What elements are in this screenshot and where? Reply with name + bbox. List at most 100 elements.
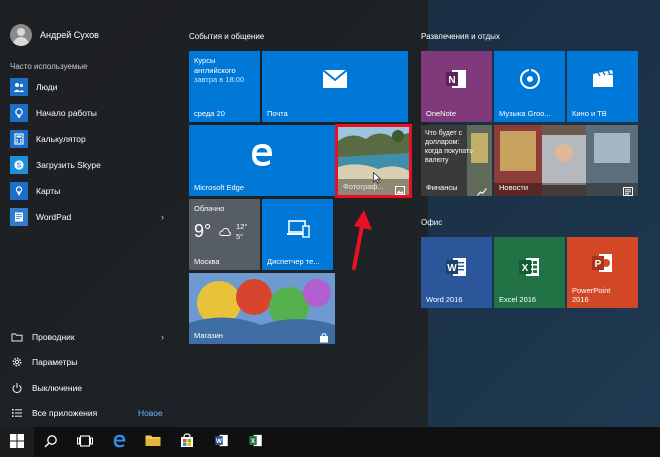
chevron-right-icon[interactable]: › [161,332,164,342]
calendar-line2: английского [194,65,236,75]
start-button[interactable] [0,427,34,457]
tile-excel[interactable]: X Excel 2016 [494,237,565,308]
word-label: Word 2016 [426,295,463,304]
wordpad-icon [10,208,28,226]
new-badge: Новое [138,408,163,419]
app-item-wordpad[interactable]: WordPad › [10,204,170,230]
calendar-day: среда 20 [194,109,225,118]
search-button[interactable] [34,427,68,457]
power-item[interactable]: Выключение [10,375,170,401]
store-label: Магазин [194,331,223,340]
tile-powerpoint[interactable]: P PowerPoint 2016 [567,237,638,308]
excel-icon: X [517,255,541,279]
calendar-line3: завтра в 18:00 [194,75,245,84]
settings-item[interactable]: Параметры [10,350,170,376]
task-view-icon [77,434,93,450]
tile-groove-music[interactable]: Музыка Groo... [494,51,565,122]
devices-icon [284,218,310,240]
word-icon: W [444,255,468,279]
folder-icon [10,330,24,344]
taskbar-word[interactable]: W [204,427,238,457]
finance-headline: Что будет с долларом: когда покупать вал… [425,130,473,164]
app-label: Калькулятор [36,134,86,144]
explorer-label: Проводник [32,331,75,342]
powerpoint-label: PowerPoint 2016 [572,286,610,304]
powerpoint-icon: P [590,251,614,275]
weather-hilo: 12° 5° [236,222,247,242]
edge-label: Microsoft Edge [194,183,245,192]
taskbar-explorer[interactable] [136,427,170,457]
taskbar: W X [0,427,660,457]
app-label: WordPad [36,212,72,222]
tile-store[interactable]: Магазин [189,273,335,344]
app-item-maps[interactable]: Карты [10,178,170,204]
weather-city: Москва [194,257,220,266]
weather-temp: 9° [194,221,212,241]
all-apps-label: Все приложения [32,408,98,419]
excel-label: Excel 2016 [499,295,537,304]
explorer-item[interactable]: Проводник › [10,324,170,350]
gear-icon [10,355,24,369]
task-view-button[interactable] [68,427,102,457]
mail-icon [322,69,348,91]
tile-onenote[interactable]: N OneNote [421,51,492,122]
groove-icon [518,67,542,91]
svg-text:P: P [595,259,602,270]
tile-photos[interactable]: Фотограф... [335,124,412,198]
device-manager-label: Диспетчер те... [267,257,320,266]
taskbar-excel[interactable]: X [238,427,272,457]
power-label: Выключение [32,382,83,393]
store-bag-icon [319,330,329,343]
app-item-get-started[interactable]: Начало работы [10,100,170,126]
weather-title: Облачно [194,204,225,213]
maps-icon [10,182,28,200]
app-label: Загрузить Skype [36,160,101,170]
windows-logo-icon [10,433,24,451]
start-left-column: Андрей Сухов Часто используемые Люди Нач… [0,0,176,427]
app-item-people[interactable]: Люди [10,74,170,100]
frequent-apps-list: Люди Начало работы Калькулятор S Загрузи… [10,74,170,230]
svg-text:S: S [17,163,22,170]
group-title-events[interactable]: События и общение [189,32,264,41]
calendar-line1: Курсы [194,56,216,65]
list-icon [10,406,24,420]
edge-icon [249,141,275,167]
tile-finance[interactable]: Что будет с долларом: когда покупать вал… [421,125,492,196]
newspaper-icon [623,183,633,196]
svg-text:X: X [522,263,529,274]
app-item-calculator[interactable]: Калькулятор [10,126,170,152]
chevron-right-icon[interactable]: › [161,212,164,222]
tile-calendar[interactable]: Курсы английского завтра в 18:00 среда 2… [189,51,260,122]
app-label: Начало работы [36,108,97,118]
news-label: Новости [499,183,529,192]
tile-weather[interactable]: Облачно 9° 12° 5° Москва [189,199,260,270]
word-icon: W [214,433,229,451]
tile-word[interactable]: W Word 2016 [421,237,492,308]
user-name: Андрей Сухов [40,30,99,40]
weather-low: 5° [236,232,244,241]
taskbar-edge[interactable] [102,427,136,457]
excel-icon: X [248,433,263,451]
settings-label: Параметры [32,357,78,368]
mouse-cursor-icon [373,171,382,184]
app-label: Люди [36,82,58,92]
all-apps-item[interactable]: Все приложения Новое [10,401,170,427]
start-bottom-list: Проводник › Параметры Выключение Все при… [10,324,170,426]
tile-mail[interactable]: Почта [262,51,408,122]
lightbulb-icon [10,104,28,122]
clapperboard-icon [591,68,615,88]
tile-movies-tv[interactable]: Кино и ТВ [567,51,638,122]
tile-device-manager[interactable]: Диспетчер те... [262,199,333,270]
taskbar-store[interactable] [170,427,204,457]
group-title-entertainment[interactable]: Развлечения и отдых [421,32,500,41]
tile-news[interactable]: Новости [494,125,638,196]
calculator-icon [10,130,28,148]
red-arrow-annotation [345,208,375,270]
app-item-skype[interactable]: S Загрузить Skype [10,152,170,178]
user-account[interactable]: Андрей Сухов [10,24,99,46]
group-title-office[interactable]: Офис [421,218,442,227]
tile-edge[interactable]: Microsoft Edge [189,125,335,196]
onenote-icon: N [444,67,468,91]
photo-badge-icon [395,182,405,195]
avatar [10,24,32,46]
